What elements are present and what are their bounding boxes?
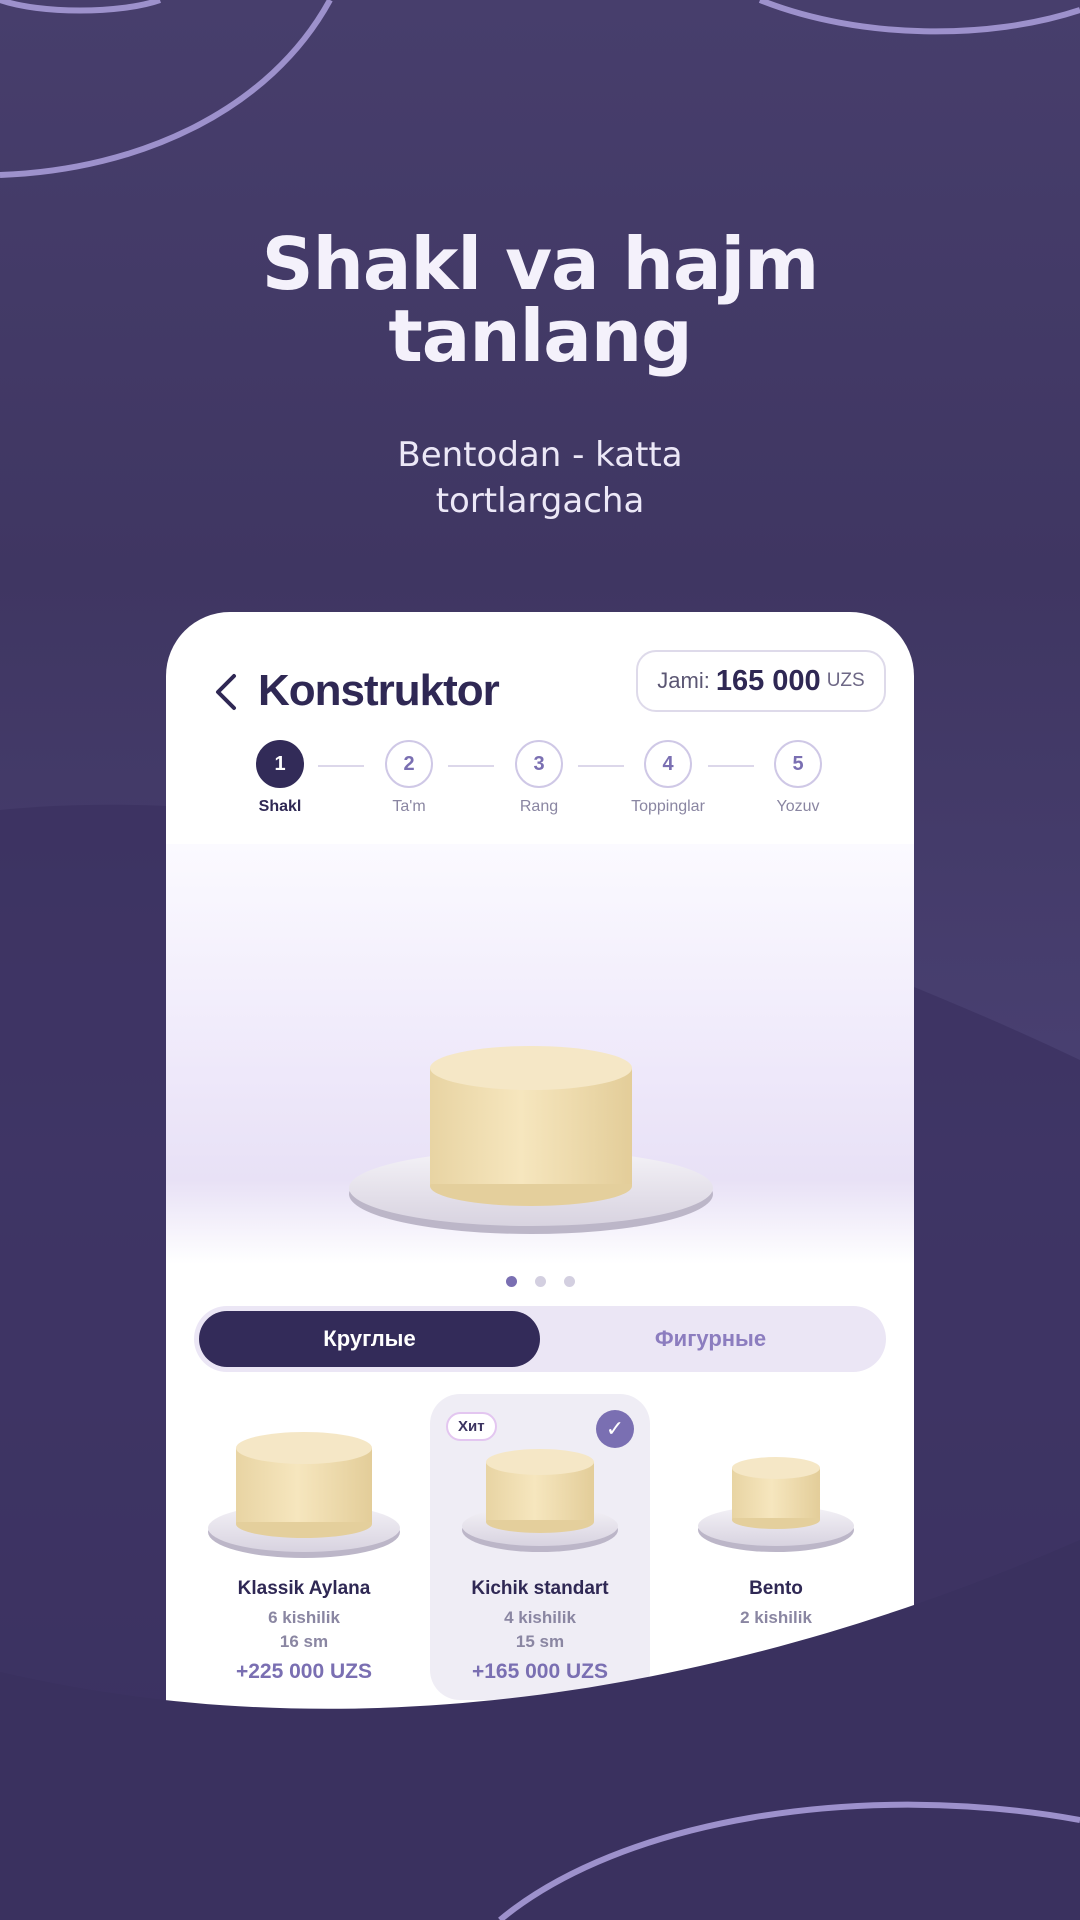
- hero-subtitle-line-1: Bentodan - katta: [397, 435, 683, 475]
- total-amount: 165 000: [715, 664, 821, 697]
- card-servings: 2 kishilik: [740, 1608, 812, 1627]
- cake-preview[interactable]: [166, 844, 914, 1264]
- step-number: 3: [515, 740, 563, 788]
- card-price: +225 000 UZS: [235, 1660, 372, 1683]
- step-yozuv[interactable]: 5 Yozuv: [738, 740, 858, 816]
- step-label: Ta'm: [392, 798, 426, 815]
- card-price: +165 000 UZS: [471, 1660, 608, 1683]
- hero-subtitle-line-2: tortlargacha: [435, 481, 645, 521]
- hero-title-line-2: tanlang: [388, 294, 692, 378]
- card-name: Klassik Aylana: [237, 1578, 371, 1599]
- step-label: Shakl: [258, 798, 302, 815]
- card-servings: 4 kishilik: [504, 1608, 576, 1627]
- cake-preview-image: [349, 1046, 713, 1234]
- card-name: Bento: [749, 1578, 803, 1599]
- carousel-dot[interactable]: [534, 1276, 546, 1287]
- step-label: Toppinglar: [631, 798, 705, 815]
- total-price-pill: Jami: 165 000 UZS: [636, 650, 886, 712]
- size-options: Klassik Aylana 6 kishilik 16 sm +225 000…: [166, 1394, 914, 1714]
- step-label: Rang: [519, 798, 559, 815]
- step-number: 2: [385, 740, 433, 788]
- hero-title: Shakl va hajm tanlang: [0, 228, 1080, 372]
- carousel-dot[interactable]: [505, 1276, 517, 1287]
- phone-screen: Konstruktor Jami: 165 000 UZS 1 Shakl 2 …: [166, 612, 914, 1732]
- screen-title: Konstruktor: [258, 666, 500, 715]
- size-card-kichik[interactable]: Хит ✓ Kichik standart 4 kishilik 15 sm +…: [430, 1394, 650, 1700]
- card-diameter: 15 sm: [515, 1632, 565, 1651]
- step-indicator: 1 Shakl 2 Ta'm 3 Rang 4 Toppinglar 5 Yoz…: [166, 740, 914, 824]
- step-rang[interactable]: 3 Rang: [479, 740, 599, 816]
- card-name: Kichik standart: [471, 1578, 609, 1599]
- hero-title-line-1: Shakl va hajm: [261, 222, 819, 306]
- step-shakl[interactable]: 1 Shakl: [220, 740, 340, 816]
- chevron-left-icon: [216, 674, 236, 710]
- total-label: Jami:: [657, 668, 710, 693]
- card-servings: 6 kishilik: [268, 1608, 340, 1627]
- hero-subtitle: Bentodan - katta tortlargacha: [0, 432, 1080, 524]
- size-card-bento[interactable]: Bento 2 kishilik: [666, 1394, 886, 1700]
- step-number: 1: [256, 740, 304, 788]
- step-label: Yozuv: [776, 798, 820, 815]
- size-card-klassik[interactable]: Klassik Aylana 6 kishilik 16 sm +225 000…: [194, 1394, 414, 1700]
- carousel-dot[interactable]: [563, 1276, 575, 1287]
- step-number: 5: [774, 740, 822, 788]
- step-toppinglar[interactable]: 4 Toppinglar: [608, 740, 728, 816]
- shape-type-toggle: Круглые Фигурные: [194, 1306, 886, 1372]
- step-tam[interactable]: 2 Ta'm: [349, 740, 469, 816]
- cake-thumbnail: [462, 1449, 618, 1552]
- back-button[interactable]: [206, 662, 246, 722]
- step-number: 4: [644, 740, 692, 788]
- cake-thumbnail: [698, 1457, 854, 1552]
- tab-round[interactable]: Круглые: [199, 1311, 540, 1367]
- tab-figured[interactable]: Фигурные: [540, 1311, 881, 1367]
- card-diameter: 16 sm: [279, 1632, 329, 1651]
- total-currency: UZS: [826, 670, 865, 691]
- cake-thumbnail: [208, 1432, 400, 1558]
- carousel-dots: [166, 1276, 914, 1287]
